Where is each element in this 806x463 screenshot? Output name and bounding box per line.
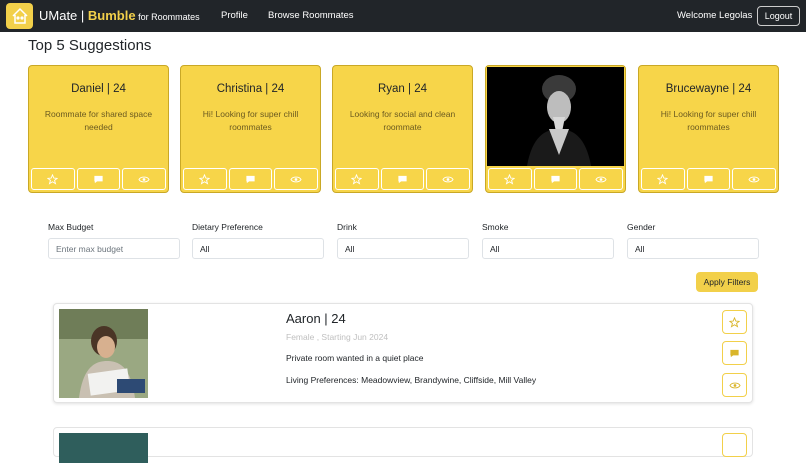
suggestion-card[interactable]: Daniel | 24 Roommate for shared space ne… bbox=[28, 65, 169, 193]
eye-icon bbox=[728, 382, 741, 388]
comment-icon bbox=[704, 175, 713, 183]
message-button[interactable] bbox=[686, 168, 731, 190]
gender-label: Gender bbox=[627, 222, 656, 232]
max-budget-input[interactable]: Enter max budget bbox=[48, 238, 180, 259]
listing-preferences: Living Preferences: Meadowview, Brandywi… bbox=[286, 375, 537, 385]
brand-bold: Bumble bbox=[87, 8, 136, 23]
eye-icon bbox=[595, 176, 607, 182]
smoke-select[interactable]: All bbox=[482, 238, 614, 259]
star-icon bbox=[504, 173, 516, 185]
gender-select[interactable]: All bbox=[627, 238, 759, 259]
eye-icon bbox=[748, 176, 760, 182]
suggestions-title: Top 5 Suggestions bbox=[28, 37, 152, 54]
view-button[interactable] bbox=[426, 168, 471, 190]
view-button[interactable] bbox=[274, 168, 319, 190]
suggestion-desc: Hi! Looking for super chill roommates bbox=[660, 109, 757, 132]
nav-link-browse-roommates[interactable]: Browse Roommates bbox=[268, 10, 354, 21]
suggestion-card[interactable]: Brucewayne | 24 Hi! Looking for super ch… bbox=[638, 65, 779, 193]
listing-name: Aaron | 24 bbox=[286, 311, 346, 326]
comment-icon bbox=[398, 175, 407, 183]
listing-card-partial[interactable] bbox=[53, 427, 753, 463]
view-button[interactable] bbox=[732, 168, 777, 190]
listing-photo bbox=[59, 309, 148, 398]
star-icon bbox=[657, 173, 669, 185]
view-button[interactable] bbox=[722, 373, 747, 397]
suggestion-card[interactable]: Ryan | 24 Looking for social and clean r… bbox=[332, 65, 473, 193]
comment-icon bbox=[94, 175, 103, 183]
listing-card[interactable]: Aaron | 24 Female , Starting Jun 2024 Pr… bbox=[53, 303, 753, 403]
suggestion-name: Brucewayne | 24 bbox=[665, 83, 752, 95]
comment-icon bbox=[730, 349, 739, 357]
suggestion-desc: Looking for social and clean roommate bbox=[349, 109, 456, 132]
message-button[interactable] bbox=[722, 341, 747, 365]
star-icon bbox=[351, 173, 363, 185]
favorite-button[interactable] bbox=[183, 168, 227, 190]
dietary-preference-label: Dietary Preference bbox=[192, 222, 263, 232]
favorite-button[interactable] bbox=[488, 168, 532, 190]
navbar: UMate | Bumble for Roommates Profile Bro… bbox=[0, 0, 806, 32]
eye-icon bbox=[290, 176, 302, 182]
favorite-button[interactable] bbox=[722, 310, 747, 334]
smoke-label: Smoke bbox=[482, 222, 509, 232]
star-icon bbox=[199, 173, 211, 185]
brand-prefix: UMate | bbox=[39, 8, 88, 23]
suggestion-card[interactable]: Christina | 24 Hi! Looking for super chi… bbox=[180, 65, 321, 193]
drink-select[interactable]: All bbox=[337, 238, 469, 259]
favorite-button[interactable] bbox=[641, 168, 685, 190]
view-button[interactable] bbox=[579, 168, 624, 190]
suggestion-name: Daniel | 24 bbox=[71, 83, 126, 95]
dietary-preference-select[interactable]: All bbox=[192, 238, 324, 259]
suggestion-desc: Roommate for shared space needed bbox=[44, 109, 153, 132]
suggestion-desc: Hi! Looking for super chill roommates bbox=[202, 109, 299, 132]
suggestion-name: Ryan | 24 bbox=[377, 83, 427, 95]
star-icon bbox=[47, 173, 59, 185]
comment-icon bbox=[551, 175, 560, 183]
welcome-text: Welcome Legolas bbox=[677, 10, 753, 21]
drink-label: Drink bbox=[337, 222, 357, 232]
brand-suffix: for Roommates bbox=[135, 12, 200, 22]
message-button[interactable] bbox=[380, 168, 425, 190]
logout-button[interactable]: Logout bbox=[757, 6, 800, 26]
favorite-button[interactable] bbox=[335, 168, 379, 190]
brand[interactable]: UMate | Bumble for Roommates bbox=[39, 8, 200, 23]
listing-meta: Female , Starting Jun 2024 bbox=[286, 332, 389, 342]
apply-filters-button[interactable]: Apply Filters bbox=[696, 272, 758, 292]
home-logo-icon[interactable] bbox=[6, 3, 33, 29]
favorite-button[interactable] bbox=[31, 168, 75, 190]
listing-photo bbox=[59, 433, 148, 463]
suggestion-name: Christina | 24 bbox=[216, 83, 285, 95]
max-budget-label: Max Budget bbox=[48, 222, 94, 232]
listing-description: Private room wanted in a quiet place bbox=[286, 353, 424, 363]
eye-icon bbox=[138, 176, 150, 182]
message-button[interactable] bbox=[228, 168, 273, 190]
suggestion-photo bbox=[487, 67, 624, 166]
star-icon bbox=[729, 316, 740, 328]
suggestion-card-photo[interactable] bbox=[485, 65, 626, 193]
eye-icon bbox=[442, 176, 454, 182]
comment-icon bbox=[246, 175, 255, 183]
view-button[interactable] bbox=[122, 168, 167, 190]
message-button[interactable] bbox=[76, 168, 121, 190]
message-button[interactable] bbox=[533, 168, 578, 190]
nav-link-profile[interactable]: Profile bbox=[221, 10, 248, 21]
